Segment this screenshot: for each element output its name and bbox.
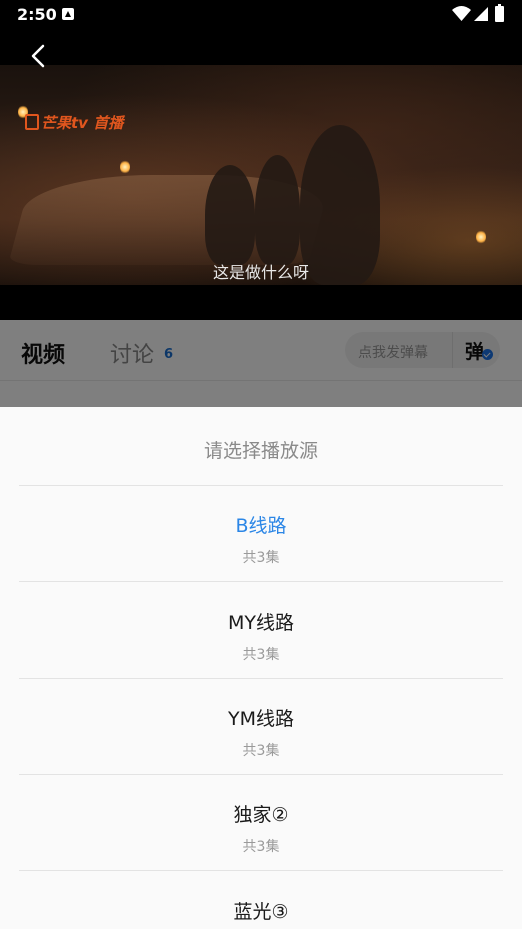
source-option[interactable]: YM线路 共3集 xyxy=(19,679,503,775)
chevron-left-icon[interactable] xyxy=(26,42,50,70)
source-picker-sheet: 请选择播放源 B线路 共3集 MY线路 共3集 YM线路 共3集 独家② 共3集… xyxy=(0,407,522,929)
scene-candle xyxy=(476,230,486,244)
source-option[interactable]: B线路 共3集 xyxy=(19,486,503,582)
source-option[interactable]: 独家② 共3集 xyxy=(19,775,503,871)
source-name: MY线路 xyxy=(228,612,294,634)
source-name: 独家② xyxy=(233,804,289,826)
a-icon xyxy=(62,8,74,20)
video-frame xyxy=(0,65,522,285)
source-episodes: 共3集 xyxy=(242,839,280,855)
source-name: YM线路 xyxy=(228,708,294,730)
source-option[interactable]: MY线路 共3集 xyxy=(19,582,503,678)
scene-figure xyxy=(205,165,255,265)
status-bar: 2:50 xyxy=(0,0,522,30)
signal-icon xyxy=(474,7,488,21)
video-subtitle: 这是做什么呀 xyxy=(212,263,309,282)
source-name: B线路 xyxy=(235,515,287,537)
battery-charging-icon xyxy=(495,4,504,22)
wifi-icon xyxy=(452,6,471,21)
scene-candle xyxy=(120,160,130,174)
source-episodes: 共3集 xyxy=(242,647,280,663)
source-name: 蓝光③ xyxy=(233,901,289,923)
mango-tv-logo: 芒果tv 首播 xyxy=(25,112,123,133)
screen: 2:50 芒果tv 首播 这是做什么呀 视频 讨论 6 xyxy=(0,0,522,929)
modal-scrim[interactable] xyxy=(0,320,522,410)
scene-figure xyxy=(255,155,300,265)
video-player[interactable]: 芒果tv 首播 这是做什么呀 xyxy=(0,30,522,320)
source-episodes: 共3集 xyxy=(242,550,280,566)
source-option[interactable]: 蓝光③ xyxy=(19,871,503,929)
source-episodes: 共3集 xyxy=(242,743,280,759)
sheet-title: 请选择播放源 xyxy=(203,440,318,462)
status-time: 2:50 xyxy=(17,5,57,24)
